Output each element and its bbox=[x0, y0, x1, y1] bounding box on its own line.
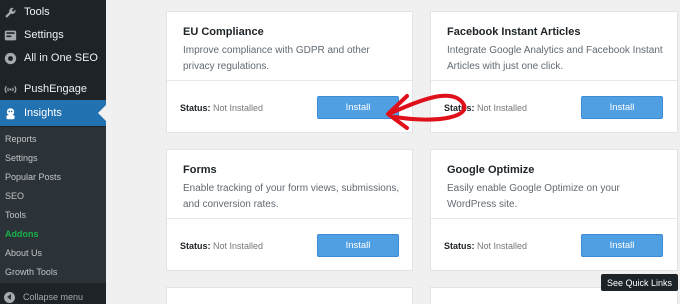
card-divider bbox=[431, 80, 677, 81]
wrench-icon bbox=[4, 6, 17, 19]
addon-status: Status: Not Installed bbox=[444, 241, 527, 251]
addon-status: Status: Not Installed bbox=[180, 241, 263, 251]
status-label: Status: bbox=[180, 103, 211, 113]
addon-card-facebook-instant-articles: Facebook Instant Articles Integrate Goog… bbox=[430, 11, 678, 133]
admin-sidebar: Tools Settings All in One SEO PushEngage… bbox=[0, 0, 106, 304]
menu-item-label: Tools bbox=[24, 6, 50, 18]
quick-links-tooltip[interactable]: See Quick Links bbox=[601, 274, 679, 291]
menu-item-label: All in One SEO bbox=[24, 52, 98, 64]
menu-item-tools[interactable]: Tools bbox=[0, 0, 106, 24]
submenu-item-tools[interactable]: Tools bbox=[5, 210, 26, 220]
active-indicator bbox=[98, 105, 106, 121]
submenu-item-seo[interactable]: SEO bbox=[5, 191, 24, 201]
status-value: Not Installed bbox=[477, 103, 528, 113]
addon-description: Easily enable Google Optimize on your Wo… bbox=[447, 183, 620, 210]
install-button[interactable]: Install bbox=[317, 234, 399, 257]
addon-card-eu-compliance: EU Compliance Improve compliance with GD… bbox=[166, 11, 413, 133]
addon-card-partial bbox=[166, 287, 413, 304]
status-label: Status: bbox=[444, 103, 475, 113]
status-value: Not Installed bbox=[477, 241, 528, 251]
addon-title: Forms bbox=[183, 164, 217, 176]
status-label: Status: bbox=[444, 241, 475, 251]
addon-status: Status: Not Installed bbox=[444, 103, 527, 113]
insights-submenu: Reports Settings Popular Posts SEO Tools… bbox=[0, 127, 106, 283]
submenu-item-about-us[interactable]: About Us bbox=[5, 248, 42, 258]
addon-card-forms: Forms Enable tracking of your form views… bbox=[166, 149, 413, 271]
collapse-icon bbox=[4, 291, 15, 303]
menu-item-label: Insights bbox=[24, 107, 62, 119]
card-divider bbox=[167, 80, 412, 81]
status-value: Not Installed bbox=[213, 241, 264, 251]
insights-icon bbox=[4, 107, 17, 120]
aioseo-icon bbox=[4, 52, 17, 65]
menu-item-pushengage[interactable]: PushEngage bbox=[0, 77, 106, 101]
submenu-item-growth-tools[interactable]: Growth Tools bbox=[5, 267, 57, 277]
submenu-item-popular-posts[interactable]: Popular Posts bbox=[5, 172, 61, 182]
menu-item-label: PushEngage bbox=[24, 83, 87, 95]
card-divider bbox=[167, 218, 412, 219]
submenu-item-settings[interactable]: Settings bbox=[5, 153, 38, 163]
settings-icon bbox=[4, 29, 17, 42]
addon-title: Google Optimize bbox=[447, 164, 535, 176]
install-button[interactable]: Install bbox=[581, 234, 663, 257]
addon-title: EU Compliance bbox=[183, 26, 264, 38]
pushengage-icon bbox=[4, 83, 17, 96]
install-button[interactable]: Install bbox=[581, 96, 663, 119]
install-button[interactable]: Install bbox=[317, 96, 399, 119]
card-divider bbox=[431, 218, 677, 219]
addon-status: Status: Not Installed bbox=[180, 103, 263, 113]
status-label: Status: bbox=[180, 241, 211, 251]
addon-description: Enable tracking of your form views, subm… bbox=[183, 183, 400, 210]
addon-description: Improve compliance with GDPR and other p… bbox=[183, 45, 370, 72]
addon-card-google-optimize: Google Optimize Easily enable Google Opt… bbox=[430, 149, 678, 271]
menu-item-settings[interactable]: Settings bbox=[0, 23, 106, 47]
status-value: Not Installed bbox=[213, 103, 264, 113]
menu-item-aioseo[interactable]: All in One SEO bbox=[0, 46, 106, 70]
menu-item-label: Settings bbox=[24, 29, 64, 41]
menu-item-insights[interactable]: Insights bbox=[0, 100, 106, 126]
addon-description: Integrate Google Analytics and Facebook … bbox=[447, 45, 663, 72]
addon-title: Facebook Instant Articles bbox=[447, 26, 581, 38]
submenu-item-addons[interactable]: Addons bbox=[5, 229, 39, 239]
collapse-menu-button[interactable]: Collapse menu bbox=[0, 290, 106, 304]
submenu-item-reports[interactable]: Reports bbox=[5, 134, 37, 144]
collapse-label: Collapse menu bbox=[23, 292, 84, 302]
